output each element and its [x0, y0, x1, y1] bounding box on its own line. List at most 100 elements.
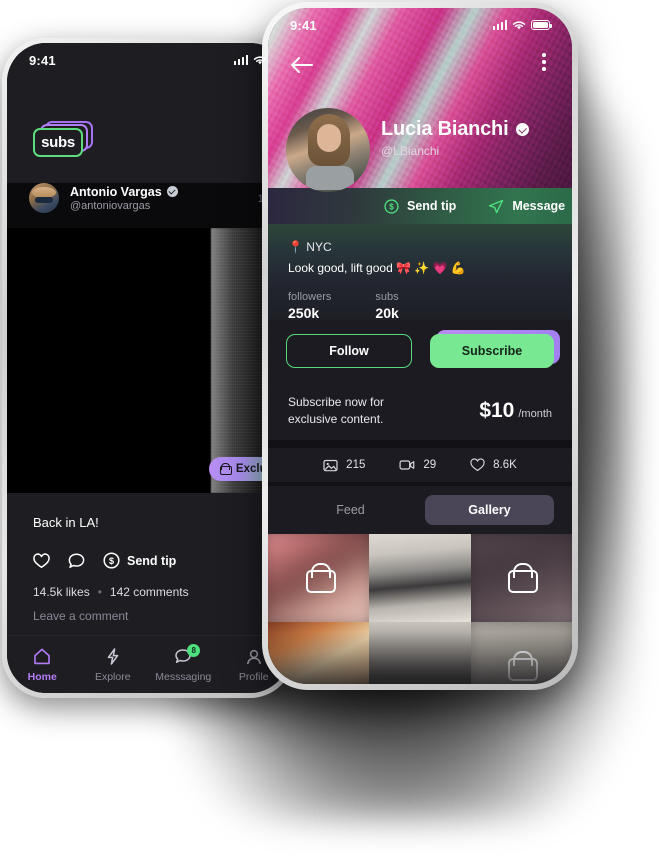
- stat-subs: subs 20k: [375, 291, 398, 321]
- profile-tagline: Look good, lift good 🎀 ✨ 💗 💪: [288, 261, 466, 275]
- author-name: Antonio Vargas: [70, 184, 162, 199]
- stat-label: subs: [375, 291, 399, 303]
- content-tabs: Feed Gallery: [268, 486, 572, 534]
- post-caption: Back in LA!: [33, 515, 99, 530]
- gallery-cell-1[interactable]: [268, 534, 370, 622]
- lock-icon: [508, 563, 539, 593]
- user-avatar-icon: [246, 649, 261, 664]
- send-tip-button[interactable]: $ Send tip: [103, 552, 176, 569]
- stat-value: 20k: [375, 305, 399, 321]
- message-button[interactable]: Message: [488, 199, 565, 214]
- gallery-cell-4[interactable]: [268, 622, 370, 684]
- nav-item-home[interactable]: Home: [7, 647, 78, 683]
- post-stats: 14.5k likes • 142 comments: [33, 585, 263, 599]
- promo-text: Subscribe now for exclusive content.: [288, 394, 384, 429]
- back-arrow-icon[interactable]: [290, 56, 314, 74]
- count-likes-value: 8.6K: [493, 459, 517, 471]
- nav-label-messaging: Messsaging: [155, 670, 212, 683]
- lock-icon: [508, 651, 539, 681]
- logo-text: subs: [41, 134, 75, 151]
- gallery-image: [369, 622, 471, 684]
- more-vertical-icon[interactable]: [542, 53, 546, 71]
- comment-bubble-icon[interactable]: [68, 552, 85, 569]
- svg-text:$: $: [109, 556, 114, 566]
- tab-gallery[interactable]: Gallery: [425, 495, 554, 525]
- profile-bio-section: 📍 NYC Look good, lift good 🎀 ✨ 💗 💪 follo…: [268, 224, 572, 321]
- comment-count: 142 comments: [109, 585, 189, 599]
- paper-plane-icon: [489, 199, 504, 213]
- count-photos: 215: [323, 459, 365, 472]
- post-media[interactable]: Exclusive: [7, 228, 289, 493]
- follow-button[interactable]: Follow: [286, 334, 412, 368]
- avatar-top: [306, 166, 354, 190]
- send-tip-label: Send tip: [407, 199, 457, 213]
- tab-feed[interactable]: Feed: [286, 495, 415, 525]
- lock-icon: [219, 463, 232, 475]
- promo-line-2: exclusive content.: [288, 412, 384, 426]
- gallery-cell-2[interactable]: [369, 534, 471, 622]
- gallery-cell-5[interactable]: [369, 622, 471, 684]
- count-photos-value: 215: [346, 459, 366, 471]
- dollar-circle-icon: $: [384, 198, 399, 214]
- heart-icon[interactable]: [33, 552, 50, 569]
- stat-followers: followers 250k: [288, 291, 331, 321]
- profile-avatar[interactable]: [286, 108, 370, 192]
- avatar-face: [317, 124, 341, 152]
- subscribe-button-wrap: Subscribe: [430, 330, 560, 368]
- stat-label: followers: [288, 291, 332, 303]
- dollar-circle-icon: $: [103, 552, 120, 569]
- profile-stats: followers 250k subs 20k: [288, 291, 552, 321]
- price-period: /month: [518, 408, 552, 420]
- gallery-image: [268, 622, 370, 684]
- gallery-image: [369, 534, 471, 622]
- count-videos-value: 29: [423, 459, 437, 471]
- send-tip-label: Send tip: [127, 553, 177, 568]
- right-phone-device: 9:41 $ Send tip Message Lucia Bianchi @L…: [262, 2, 578, 690]
- profile-handle: @LBianchi: [381, 144, 440, 158]
- message-label: Message: [512, 199, 566, 213]
- lightning-bolt-icon: [107, 647, 119, 665]
- screenshot-stage: 9:41 subs Antonio Vargas @antoniovargas …: [0, 0, 659, 857]
- nav-item-explore[interactable]: Explore: [78, 647, 149, 683]
- send-tip-button[interactable]: $ Send tip: [384, 198, 457, 214]
- video-icon: [399, 460, 415, 470]
- price-amount: $10: [479, 399, 515, 422]
- subs-logo: subs: [33, 121, 95, 157]
- verified-badge-icon: [166, 186, 178, 197]
- post-body: Back in LA! $ Send tip 14.5k likes • 142…: [7, 493, 289, 645]
- count-videos: 29: [399, 459, 436, 471]
- logo-layer-front: subs: [33, 128, 83, 157]
- count-likes: 8.6K: [470, 458, 517, 472]
- subscribe-promo: Subscribe now for exclusive content. $10…: [268, 382, 572, 440]
- nav-item-messaging[interactable]: 8 Messsaging: [148, 643, 219, 683]
- home-icon: [34, 648, 51, 664]
- post-author-row[interactable]: Antonio Vargas @antoniovargas: [29, 183, 178, 213]
- left-phone-device: 9:41 subs Antonio Vargas @antoniovargas …: [2, 38, 294, 698]
- content-counts: 215 29 8.6K: [268, 448, 572, 482]
- left-phone-screen: 9:41 subs Antonio Vargas @antoniovargas …: [7, 43, 289, 693]
- author-avatar: [29, 183, 59, 213]
- post-actions: $ Send tip: [33, 552, 263, 569]
- heart-icon: [470, 458, 485, 472]
- verified-badge-icon: [516, 123, 530, 136]
- gallery-grid: [268, 534, 572, 684]
- promo-line-1: Subscribe now for: [288, 394, 385, 409]
- profile-cta-row: Follow Subscribe: [268, 320, 572, 382]
- like-count: 14.5k likes: [33, 585, 90, 599]
- nav-label-explore: Explore: [94, 670, 131, 683]
- left-feed-header: [7, 43, 289, 183]
- gallery-cell-6[interactable]: [470, 622, 572, 684]
- profile-location: 📍 NYC: [288, 240, 332, 254]
- gallery-cell-3[interactable]: [470, 534, 572, 622]
- image-icon: [323, 459, 338, 471]
- nav-label-profile: Profile: [238, 670, 269, 683]
- lock-icon: [305, 563, 336, 593]
- profile-name: Lucia Bianchi: [381, 118, 509, 140]
- stat-value: 250k: [288, 305, 320, 321]
- subscribe-button[interactable]: Subscribe: [430, 334, 554, 368]
- leave-comment-input[interactable]: Leave a comment: [33, 609, 263, 623]
- stat-separator: •: [97, 585, 102, 599]
- bottom-navigation: Home Explore 8 Messsaging Profile: [7, 635, 289, 693]
- messaging-badge: 8: [187, 643, 201, 657]
- profile-action-bar: $ Send tip Message: [268, 188, 572, 224]
